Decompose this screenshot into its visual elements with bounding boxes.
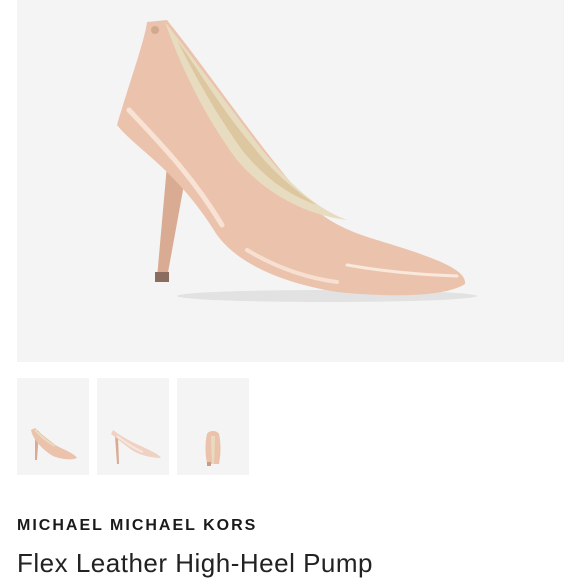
shoe-back-view-thumbnail-icon — [205, 431, 221, 466]
main-product-image[interactable] — [17, 0, 564, 362]
shoe-side-view-thumbnail-icon — [31, 428, 77, 460]
shoe-image — [117, 20, 477, 302]
shoe-angle-view-thumbnail-icon — [111, 430, 161, 464]
thumbnail-strip — [17, 378, 249, 475]
brand-name: MICHAEL MICHAEL KORS — [17, 517, 258, 534]
thumbnail-side-view[interactable] — [17, 378, 89, 475]
thumbnail-back-view[interactable] — [177, 378, 249, 475]
product-title: Flex Leather High-Heel Pump — [17, 548, 373, 578]
thumbnail-angle-view[interactable] — [97, 378, 169, 475]
